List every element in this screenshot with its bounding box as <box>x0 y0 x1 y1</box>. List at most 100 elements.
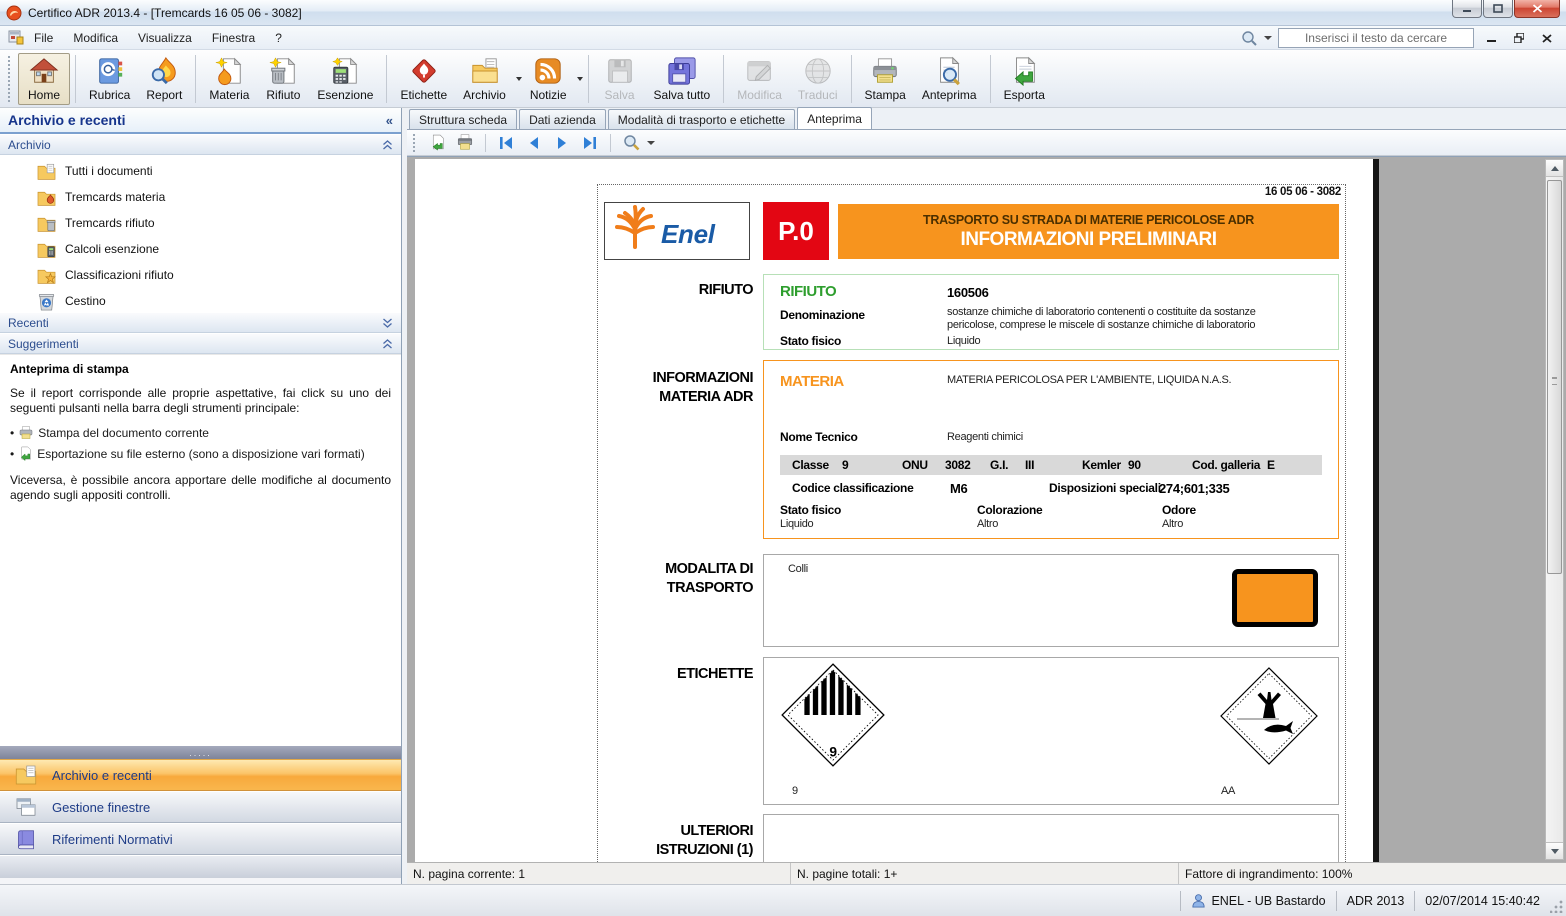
notizie-button[interactable]: Notizie <box>522 53 575 105</box>
toolbar-separator <box>195 55 196 103</box>
etichette-button[interactable]: Etichette <box>392 53 455 105</box>
toolbar-separator <box>75 55 76 103</box>
zoom-button[interactable] <box>619 132 643 154</box>
menu-file[interactable]: File <box>24 28 63 48</box>
stato-fisico-value: Liquido <box>947 335 980 347</box>
chevron-double-up-icon[interactable] <box>382 339 393 349</box>
vertical-scrollbar[interactable] <box>1545 159 1564 860</box>
scroll-down-button[interactable] <box>1546 842 1563 859</box>
nav-gestione-finestre[interactable]: Gestione finestre <box>0 791 401 823</box>
main-toolbar: Home Rubrica Report Materia Rifiuto Esen… <box>0 50 1566 108</box>
printer-icon <box>456 134 474 151</box>
archive-folder-icon <box>470 56 500 86</box>
toolbar-grip[interactable] <box>8 56 13 102</box>
svg-text:9: 9 <box>829 744 837 759</box>
esporta-button[interactable]: Esporta <box>996 53 1053 105</box>
adr-version-cell: ADR 2013 <box>1336 891 1415 911</box>
search-input[interactable] <box>1278 28 1474 48</box>
close-button[interactable] <box>1514 0 1560 18</box>
home-button[interactable]: Home <box>18 53 70 105</box>
first-page-button[interactable] <box>494 132 518 154</box>
menu-finestra[interactable]: Finestra <box>202 28 265 48</box>
save-all-icon <box>667 56 697 86</box>
search-options-caret[interactable] <box>1264 36 1272 40</box>
nav-archivio-e-recenti[interactable]: Archivio e recenti <box>0 759 401 791</box>
preview-export-button[interactable] <box>425 132 449 154</box>
scroll-up-button[interactable] <box>1546 160 1563 177</box>
tab-anteprima[interactable]: Anteprima <box>797 107 872 129</box>
onu-value: 3082 <box>945 458 971 472</box>
sidebar-item-tremcards-materia[interactable]: Tremcards materia <box>0 184 401 210</box>
materia-heading: MATERIA <box>780 373 844 390</box>
preview-status-bar: N. pagina corrente: 1 N. pagine totali: … <box>407 862 1566 884</box>
colli-label: Colli <box>788 563 808 575</box>
tip-print-line: • Stampa del documento corrente <box>10 426 391 440</box>
next-page-button[interactable] <box>550 132 574 154</box>
tab-modalita-trasporto[interactable]: Modalità di trasporto e etichette <box>608 109 795 129</box>
rifiuto-box: RIFIUTO 160506 Denominazione sostanze ch… <box>763 274 1339 350</box>
preview-icon <box>934 56 964 86</box>
tab-dati-azienda[interactable]: Dati azienda <box>519 109 606 129</box>
chevron-double-up-icon[interactable] <box>382 140 393 150</box>
enel-logo: Enel <box>605 203 749 259</box>
sidebar-item-calcoli-esenzione[interactable]: Calcoli esenzione <box>0 236 401 262</box>
resize-grip[interactable] <box>1550 899 1564 913</box>
zoom-dropdown-caret[interactable] <box>647 141 655 145</box>
esenzione-button[interactable]: Esenzione <box>309 53 381 105</box>
minimize-button[interactable] <box>1452 0 1482 18</box>
banner-subtitle: TRASPORTO SU STRADA DI MATERIE PERICOLOS… <box>923 213 1254 227</box>
title-bar: Certifico ADR 2013.4 - [Tremcards 16 05 … <box>0 0 1566 26</box>
sidebar-collapse-icon[interactable]: « <box>386 113 393 128</box>
last-page-button[interactable] <box>578 132 602 154</box>
rifiuto-button[interactable]: Rifiuto <box>257 53 309 105</box>
preview-toolbar-separator <box>485 134 486 152</box>
nav-riferimenti-normativi[interactable]: Riferimenti Normativi <box>0 823 401 855</box>
modalita-section-label: MODALITA DI TRASPORTO <box>598 560 753 598</box>
section-archivio[interactable]: Archivio <box>0 134 401 155</box>
bullet-glyph: • <box>10 426 14 440</box>
sidebar-item-cestino[interactable]: Cestino <box>0 288 401 314</box>
maximize-button[interactable] <box>1483 0 1513 18</box>
menu-visualizza[interactable]: Visualizza <box>128 28 202 48</box>
stampa-button[interactable]: Stampa <box>857 53 914 105</box>
notizie-dropdown-caret[interactable] <box>577 77 583 81</box>
preview-toolbar-grip[interactable] <box>413 134 417 152</box>
section-recenti[interactable]: Recenti <box>0 312 401 333</box>
sidebar-splitter[interactable]: ..... <box>0 746 401 759</box>
search-icon[interactable] <box>1241 30 1258 46</box>
sidebar-item-tremcards-rifiuto[interactable]: Tremcards rifiuto <box>0 210 401 236</box>
toolbar-separator <box>588 55 589 103</box>
denominazione-value: sostanze chimiche di laboratorio contene… <box>947 306 1283 332</box>
nome-tecnico-label: Nome Tecnico <box>780 430 858 444</box>
menu-modifica[interactable]: Modifica <box>63 28 128 48</box>
folder-calculator-icon <box>36 239 57 260</box>
galleria-value: E <box>1267 458 1275 472</box>
chevron-double-down-icon[interactable] <box>382 318 393 328</box>
previous-page-button[interactable] <box>522 132 546 154</box>
window-title: Certifico ADR 2013.4 - [Tremcards 16 05 … <box>28 6 302 20</box>
hazard-label-icon <box>409 56 439 86</box>
materia-descrizione: MATERIA PERICOLOSA PER L'AMBIENTE, LIQUI… <box>947 374 1231 386</box>
tab-struttura-scheda[interactable]: Struttura scheda <box>409 109 517 129</box>
mdi-close-button[interactable] <box>1536 29 1558 47</box>
rubrica-button[interactable]: Rubrica <box>81 53 138 105</box>
sidebar-item-tutti-i-documenti[interactable]: Tutti i documenti <box>0 158 401 184</box>
salva-tutto-button[interactable]: Salva tutto <box>646 53 719 105</box>
mdi-restore-button[interactable] <box>1508 29 1530 47</box>
materia-button[interactable]: Materia <box>201 53 257 105</box>
document-header: Enel P.0 TRASPORTO SU STRADA DI MATERIE … <box>598 202 1345 260</box>
section-suggerimenti[interactable]: Suggerimenti <box>0 333 401 354</box>
preview-print-button[interactable] <box>453 132 477 154</box>
report-button[interactable]: Report <box>138 53 190 105</box>
scrollbar-thumb[interactable] <box>1547 180 1562 574</box>
mdi-minimize-button[interactable] <box>1480 29 1502 47</box>
kemler-value: 90 <box>1128 458 1141 472</box>
sidebar-nav-strip <box>0 855 401 878</box>
anteprima-button[interactable]: Anteprima <box>914 53 985 105</box>
sidebar-header: Archivio e recenti « <box>0 108 401 134</box>
menu-help[interactable]: ? <box>265 28 292 48</box>
sidebar-item-classificazioni-rifiuto[interactable]: Classificazioni rifiuto <box>0 262 401 288</box>
preview-toolbar <box>407 130 1566 156</box>
preview-toolbar-separator <box>610 134 611 152</box>
archivio-button[interactable]: Archivio <box>455 53 514 105</box>
